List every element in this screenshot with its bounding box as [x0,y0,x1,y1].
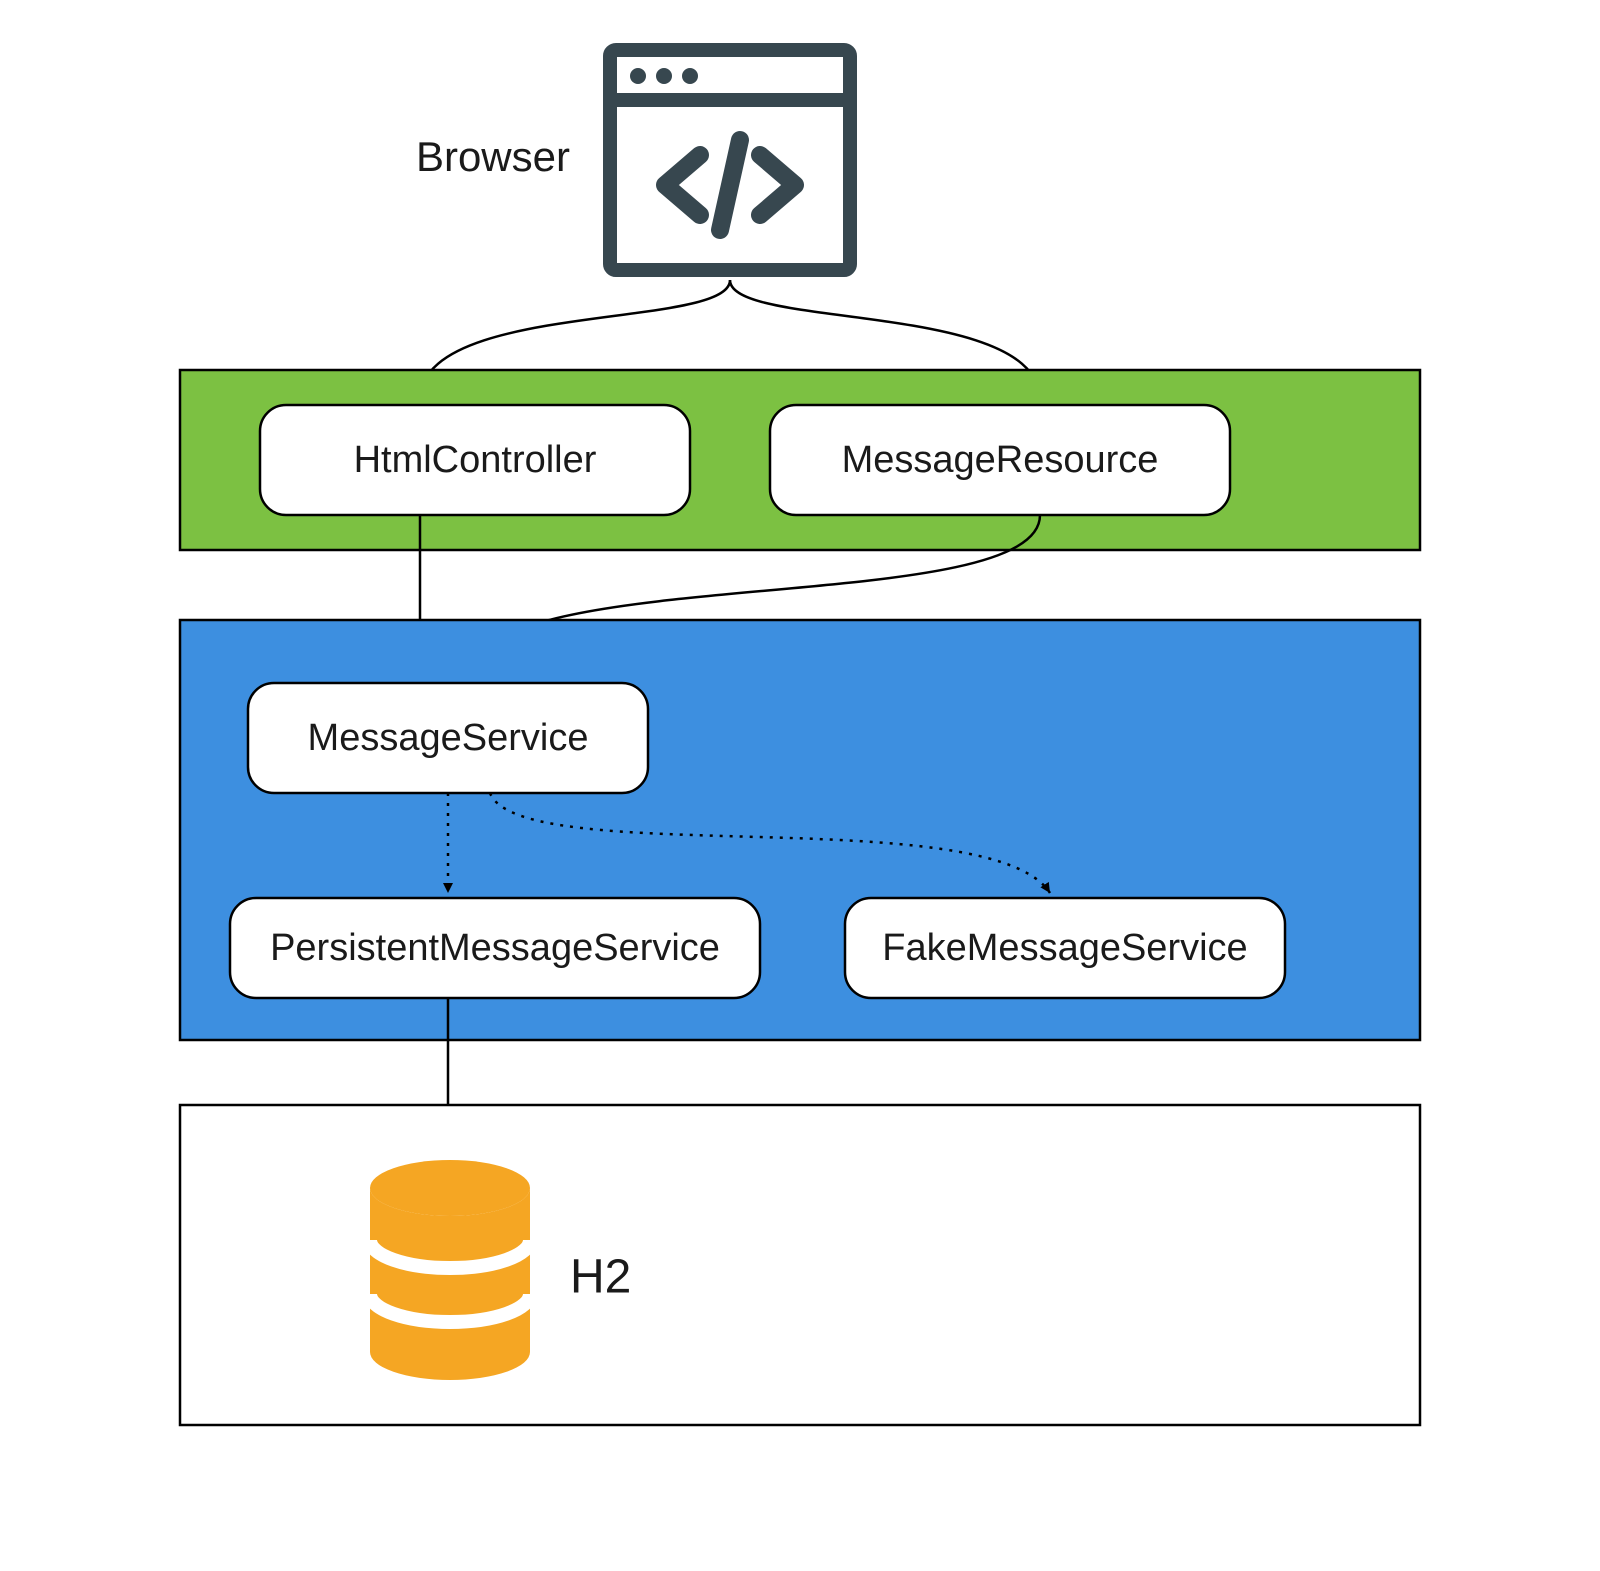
browser-window-icon [610,50,850,270]
browser-label: Browser [416,133,570,180]
svg-text:PersistentMessageService: PersistentMessageService [270,927,720,969]
svg-text:MessageService: MessageService [308,717,589,759]
db-label: H2 [570,1251,631,1304]
fake-message-service-box: FakeMessageService [845,898,1285,998]
html-controller-box: HtmlController [260,405,690,515]
persistent-message-service-box: PersistentMessageService [230,898,760,998]
svg-text:MessageResource: MessageResource [842,439,1159,481]
svg-text:FakeMessageService: FakeMessageService [882,927,1247,969]
message-resource-box: MessageResource [770,405,1230,515]
svg-text:HtmlController: HtmlController [354,439,597,481]
message-service-box: MessageService [248,683,648,793]
database-icon [370,1160,530,1380]
db-layer [180,1105,1420,1425]
architecture-diagram: Browser HtmlController MessageResource [0,0,1600,1571]
code-icon [665,140,795,230]
